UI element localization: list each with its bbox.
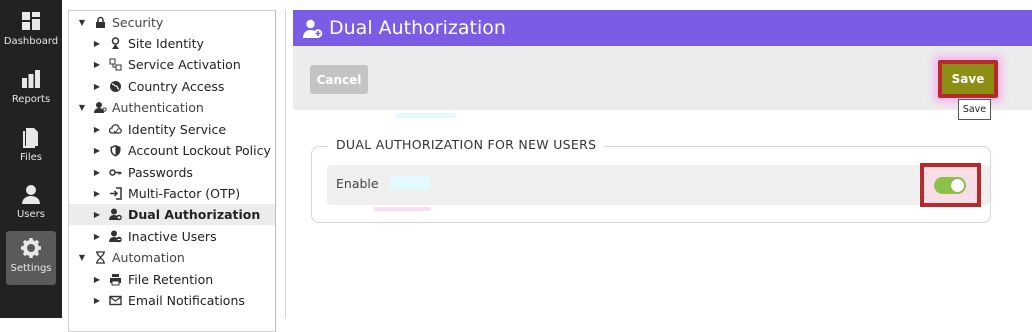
user-plus-icon bbox=[303, 19, 323, 39]
panel-divider[interactable] bbox=[285, 10, 286, 318]
page-header: Dual Authorization bbox=[293, 10, 1032, 46]
caret-right-icon[interactable]: ▶ bbox=[92, 269, 102, 290]
caret-right-icon[interactable]: ▶ bbox=[92, 119, 102, 140]
tree-group-authentication[interactable]: ▼ Authentication bbox=[69, 97, 275, 118]
tree-label: Passwords bbox=[128, 165, 193, 180]
tree-item-dual-authorization[interactable]: ▶ Dual Authorization bbox=[69, 204, 275, 225]
user-minus-icon bbox=[109, 230, 122, 243]
hourglass-icon bbox=[94, 251, 107, 264]
tree-group-security[interactable]: ▼ Security bbox=[69, 12, 275, 33]
tree-item-site-identity[interactable]: ▶ Site Identity bbox=[69, 33, 275, 54]
caret-right-icon[interactable]: ▶ bbox=[92, 33, 102, 54]
dashboard-icon bbox=[20, 10, 42, 32]
page-title: Dual Authorization bbox=[329, 17, 506, 39]
sign-in-icon bbox=[109, 187, 122, 200]
caret-right-icon[interactable]: ▶ bbox=[92, 226, 102, 247]
rail-item-users[interactable]: Users bbox=[0, 175, 62, 229]
tree-label: Automation bbox=[112, 250, 185, 265]
caret-right-icon[interactable]: ▶ bbox=[92, 183, 102, 204]
rail-label-reports: Reports bbox=[11, 94, 51, 105]
enable-label: Enable bbox=[336, 176, 379, 191]
tree-item-service-activation[interactable]: ▶ Service Activation bbox=[69, 54, 275, 75]
tree-group-automation[interactable]: ▼ Automation bbox=[69, 247, 275, 268]
tree-label: Account Lockout Policy bbox=[128, 143, 271, 158]
highlight-artifact bbox=[374, 207, 430, 211]
identity-badge-icon bbox=[109, 37, 122, 50]
tree-item-identity-service[interactable]: ▶ Identity Service bbox=[69, 119, 275, 140]
rail-label-settings: Settings bbox=[10, 263, 52, 274]
enable-toggle[interactable] bbox=[934, 177, 966, 194]
shield-icon bbox=[109, 144, 122, 157]
tree-item-email-notifications[interactable]: ▶ Email Notifications bbox=[69, 290, 275, 311]
settings-tree: ▼ Security ▶ Site Identity ▶ Service Act… bbox=[68, 10, 276, 332]
tree-label: File Retention bbox=[128, 272, 214, 287]
settings-icon bbox=[20, 237, 42, 259]
user-plus-icon bbox=[109, 208, 122, 221]
tree-label: Email Notifications bbox=[128, 293, 245, 308]
save-button[interactable]: Save bbox=[938, 60, 998, 98]
rail-item-dashboard[interactable]: Dashboard bbox=[0, 2, 62, 56]
caret-right-icon[interactable]: ▶ bbox=[92, 54, 102, 75]
toggle-highlight bbox=[920, 163, 981, 207]
printer-icon bbox=[109, 273, 122, 286]
cloud-sync-icon bbox=[109, 123, 122, 136]
envelope-icon bbox=[109, 294, 122, 307]
action-toolbar: Cancel Save bbox=[293, 46, 1032, 110]
tree-label: Multi-Factor (OTP) bbox=[128, 186, 241, 201]
users-icon bbox=[20, 183, 42, 205]
highlight-artifact bbox=[390, 176, 430, 190]
tree-item-country-access[interactable]: ▶ Country Access bbox=[69, 76, 275, 97]
tree-item-file-retention[interactable]: ▶ File Retention bbox=[69, 269, 275, 290]
toggle-knob bbox=[951, 179, 964, 192]
service-activation-icon bbox=[109, 58, 122, 71]
caret-right-icon[interactable]: ▶ bbox=[92, 162, 102, 183]
caret-right-icon[interactable]: ▶ bbox=[92, 204, 102, 225]
rail-item-settings[interactable]: Settings bbox=[6, 231, 56, 285]
rail-item-reports[interactable]: Reports bbox=[0, 60, 62, 114]
caret-right-icon[interactable]: ▶ bbox=[92, 76, 102, 97]
tree-label: Site Identity bbox=[128, 36, 204, 51]
save-tooltip: Save bbox=[958, 99, 991, 120]
reports-icon bbox=[20, 68, 42, 90]
caret-down-icon[interactable]: ▼ bbox=[77, 12, 87, 33]
section-legend: DUAL AUTHORIZATION FOR NEW USERS bbox=[328, 137, 605, 153]
rail-label-dashboard: Dashboard bbox=[3, 36, 59, 47]
save-button-highlight: Save bbox=[938, 60, 998, 98]
app-sidebar: Dashboard Reports Files Users Settings bbox=[0, 0, 62, 318]
highlight-artifact bbox=[396, 113, 456, 118]
tree-label: Dual Authorization bbox=[128, 207, 261, 222]
rail-item-files[interactable]: Files bbox=[0, 118, 62, 172]
tree-label: Authentication bbox=[112, 100, 204, 115]
globe-icon bbox=[109, 80, 122, 93]
tree-label: Country Access bbox=[128, 79, 225, 94]
rail-label-users: Users bbox=[16, 209, 45, 220]
caret-down-icon[interactable]: ▼ bbox=[77, 247, 87, 268]
caret-right-icon[interactable]: ▶ bbox=[92, 140, 102, 161]
tree-label: Service Activation bbox=[128, 57, 241, 72]
files-icon bbox=[20, 126, 42, 148]
tree-item-passwords[interactable]: ▶ Passwords bbox=[69, 162, 275, 183]
cancel-button[interactable]: Cancel bbox=[310, 65, 368, 94]
tree-label: Identity Service bbox=[128, 122, 227, 137]
tree-label: Inactive Users bbox=[128, 229, 217, 244]
key-icon bbox=[109, 166, 122, 179]
tree-label: Security bbox=[112, 15, 164, 30]
lock-icon bbox=[94, 16, 107, 29]
rail-label-files: Files bbox=[20, 152, 42, 163]
user-key-icon bbox=[94, 101, 107, 114]
tree-item-multi-factor-otp[interactable]: ▶ Multi-Factor (OTP) bbox=[69, 183, 275, 204]
tree-item-inactive-users[interactable]: ▶ Inactive Users bbox=[69, 226, 275, 247]
caret-down-icon[interactable]: ▼ bbox=[77, 97, 87, 118]
caret-right-icon[interactable]: ▶ bbox=[92, 290, 102, 311]
tree-item-account-lockout-policy[interactable]: ▶ Account Lockout Policy bbox=[69, 140, 275, 161]
